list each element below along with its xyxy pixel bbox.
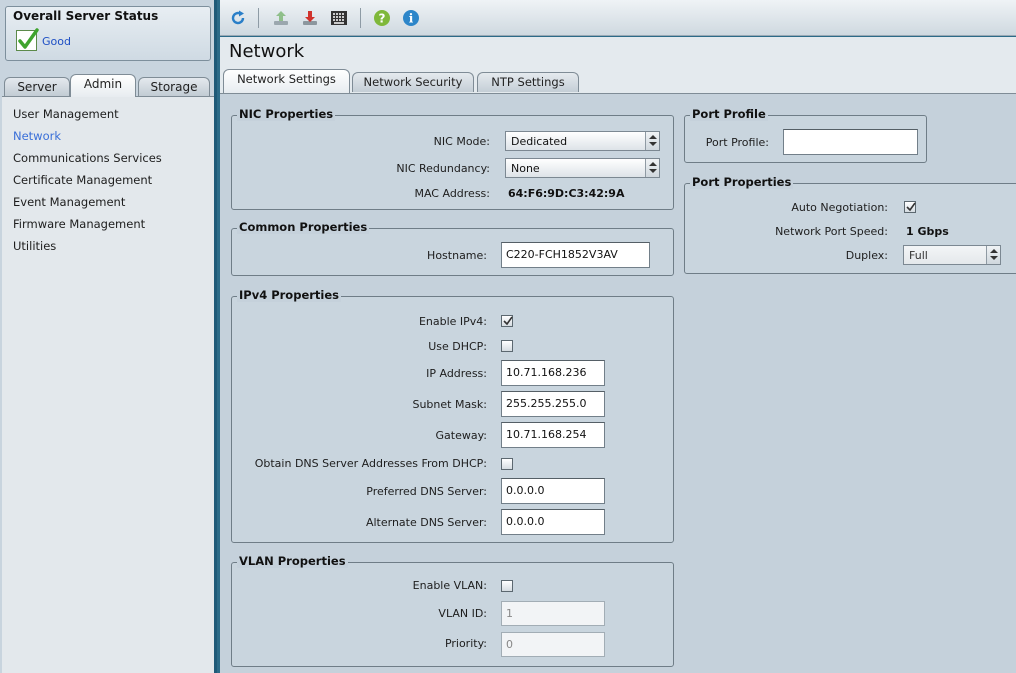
common-properties-group: Common Properties Hostname: C220-FCH1852…: [231, 220, 674, 276]
svg-text:i: i: [409, 12, 414, 26]
network-settings-panel: NIC Properties NIC Mode: Dedicated NIC R…: [220, 93, 1016, 673]
tab-network-security[interactable]: Network Security: [352, 72, 474, 92]
gateway-label: Gateway:: [435, 429, 488, 442]
mac-address-label: MAC Address:: [414, 187, 490, 200]
page-title: Network: [229, 41, 305, 62]
nav-item-firmware-management[interactable]: Firmware Management: [13, 217, 145, 231]
left-pane: Overall Server Status Good Server Admin …: [0, 0, 217, 673]
info-icon[interactable]: i: [402, 9, 420, 27]
tab-admin[interactable]: Admin: [70, 74, 136, 97]
server-status-panel: Overall Server Status Good: [5, 6, 211, 61]
nav-item-utilities[interactable]: Utilities: [13, 239, 56, 253]
hostname-label: Hostname:: [427, 249, 487, 262]
nic-redundancy-select[interactable]: None: [505, 158, 660, 178]
nav-list: User Management Network Communications S…: [2, 96, 214, 673]
vlan-id-label: VLAN ID:: [438, 607, 487, 620]
left-tab-bar: Server Admin Storage: [2, 74, 214, 97]
port-profile-group: Port Profile Port Profile:: [684, 107, 927, 163]
toolbar-separator: [258, 8, 259, 28]
toolbar-separator: [360, 8, 361, 28]
common-properties-title: Common Properties: [237, 220, 370, 234]
select-arrows-icon: [645, 132, 659, 150]
nav-item-user-management[interactable]: User Management: [13, 107, 119, 121]
network-port-speed-label: Network Port Speed:: [775, 225, 888, 238]
duplex-value: Full: [909, 249, 928, 262]
tab-network-settings[interactable]: Network Settings: [223, 69, 350, 93]
port-properties-group: Port Properties Auto Negotiation: Networ…: [684, 175, 1016, 274]
vlan-properties-title: VLAN Properties: [237, 554, 348, 568]
mac-address-value: 64:F6:9D:C3:42:9A: [508, 187, 625, 200]
ipv4-properties-group: IPv4 Properties Enable IPv4: Use DHCP: I…: [231, 288, 674, 543]
port-profile-input[interactable]: [783, 129, 918, 155]
tab-storage[interactable]: Storage: [138, 77, 210, 97]
port-profile-label: Port Profile:: [705, 136, 769, 149]
nic-redundancy-label: NIC Redundancy:: [396, 162, 490, 175]
download-icon[interactable]: [301, 9, 319, 27]
ipv4-properties-title: IPv4 Properties: [237, 288, 341, 302]
nic-properties-group: NIC Properties NIC Mode: Dedicated NIC R…: [231, 107, 674, 210]
select-arrows-icon: [645, 159, 659, 177]
priority-label: Priority:: [444, 637, 487, 650]
tab-ntp-settings[interactable]: NTP Settings: [477, 72, 579, 92]
keyboard-icon[interactable]: [330, 9, 348, 27]
duplex-label: Duplex:: [845, 249, 888, 262]
nic-redundancy-value: None: [511, 162, 540, 175]
vlan-id-input[interactable]: 1: [501, 601, 605, 626]
subnet-mask-input[interactable]: 255.255.255.0: [501, 391, 605, 417]
hostname-input[interactable]: C220-FCH1852V3AV: [501, 242, 650, 268]
obtain-dns-dhcp-checkbox[interactable]: [501, 458, 513, 470]
nic-mode-select[interactable]: Dedicated: [505, 131, 660, 151]
obtain-dns-dhcp-label: Obtain DNS Server Addresses From DHCP:: [254, 457, 487, 470]
gateway-input[interactable]: 10.71.168.254: [501, 422, 605, 448]
upload-icon[interactable]: [272, 9, 290, 27]
auto-negotiation-checkbox[interactable]: [904, 201, 916, 213]
preferred-dns-input[interactable]: 0.0.0.0: [501, 478, 605, 504]
use-dhcp-label: Use DHCP:: [428, 340, 487, 353]
duplex-select[interactable]: Full: [903, 245, 1001, 265]
auto-negotiation-label: Auto Negotiation:: [791, 201, 888, 214]
vlan-properties-group: VLAN Properties Enable VLAN: VLAN ID: 1 …: [231, 554, 674, 667]
use-dhcp-checkbox[interactable]: [501, 340, 513, 352]
status-value[interactable]: Good: [42, 35, 71, 48]
port-profile-title: Port Profile: [690, 107, 768, 121]
check-icon: [16, 28, 39, 51]
ip-address-input[interactable]: 10.71.168.236: [501, 360, 605, 386]
priority-input[interactable]: 0: [501, 632, 605, 657]
nic-mode-label: NIC Mode:: [433, 135, 490, 148]
port-properties-title: Port Properties: [690, 175, 794, 189]
help-icon[interactable]: ?: [373, 9, 391, 27]
page-header: Network Network Settings Network Securit…: [220, 37, 1016, 94]
tab-server[interactable]: Server: [4, 77, 70, 97]
refresh-icon[interactable]: [229, 9, 247, 27]
ip-address-label: IP Address:: [426, 367, 487, 380]
enable-ipv4-checkbox[interactable]: [501, 315, 513, 327]
enable-vlan-label: Enable VLAN:: [412, 579, 487, 592]
preferred-dns-label: Preferred DNS Server:: [366, 485, 487, 498]
status-title: Overall Server Status: [13, 9, 159, 23]
subnet-mask-label: Subnet Mask:: [412, 398, 487, 411]
enable-vlan-checkbox[interactable]: [501, 580, 513, 592]
nav-item-communications-services[interactable]: Communications Services: [13, 151, 162, 165]
alternate-dns-label: Alternate DNS Server:: [365, 516, 487, 529]
nav-item-certificate-management[interactable]: Certificate Management: [13, 173, 152, 187]
network-port-speed-value: 1 Gbps: [906, 225, 949, 238]
toolbar: ? i: [220, 0, 1016, 36]
nav-item-network[interactable]: Network: [13, 129, 61, 143]
enable-ipv4-label: Enable IPv4:: [418, 315, 487, 328]
nav-item-event-management[interactable]: Event Management: [13, 195, 125, 209]
alternate-dns-input[interactable]: 0.0.0.0: [501, 509, 605, 535]
select-arrows-icon: [986, 246, 1000, 264]
svg-text:?: ?: [379, 12, 386, 26]
nic-properties-title: NIC Properties: [237, 107, 336, 121]
nic-mode-value: Dedicated: [511, 135, 568, 148]
